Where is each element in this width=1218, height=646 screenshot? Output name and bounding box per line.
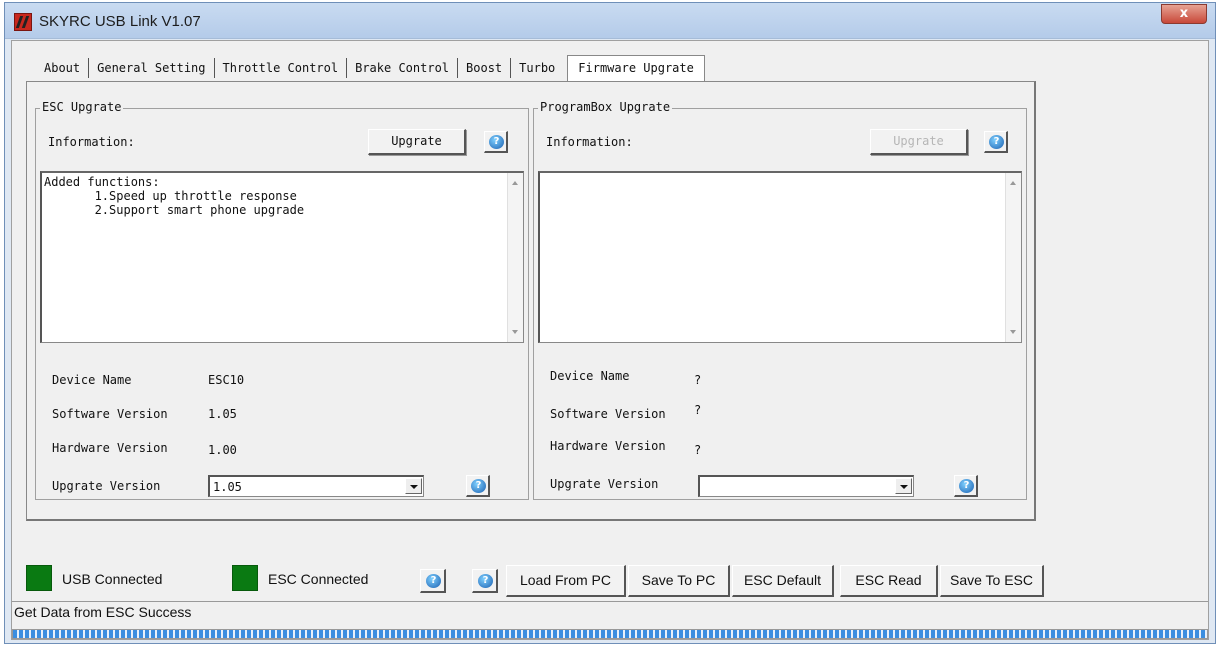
tab-turbo[interactable]: Turbo	[511, 58, 563, 78]
client-area: About General Setting Throttle Control B…	[11, 40, 1209, 640]
help-icon: ?	[426, 574, 441, 588]
esc-information-label: Information:	[48, 135, 135, 149]
usb-connected-label: USB Connected	[62, 571, 163, 587]
esc-software-version-label: Software Version	[52, 407, 168, 421]
programbox-device-name-value: ?	[694, 373, 702, 387]
programbox-hardware-version-label: Hardware Version	[550, 439, 666, 453]
esc-information-text: Added functions: 1.Speed up throttle res…	[44, 175, 305, 217]
help-icon: ?	[489, 135, 504, 149]
esc-upgrate-group: ESC Upgrate Information: Upgrate ? Added…	[35, 100, 529, 500]
help-icon: ?	[989, 135, 1004, 149]
tab-bar: About General Setting Throttle Control B…	[36, 55, 705, 81]
tab-general-setting[interactable]: General Setting	[89, 58, 215, 78]
esc-hardware-version-value: 1.00	[208, 443, 237, 457]
esc-version-help-button[interactable]: ?	[466, 475, 490, 497]
esc-information-textarea[interactable]: Added functions: 1.Speed up throttle res…	[40, 171, 524, 343]
esc-device-name-value: ESC10	[208, 373, 245, 387]
chevron-down-icon[interactable]	[895, 478, 912, 494]
usb-connected-indicator	[26, 565, 52, 591]
scroll-up-icon[interactable]	[1010, 181, 1016, 185]
programbox-information-textarea[interactable]	[538, 171, 1022, 343]
close-button[interactable]: x	[1161, 4, 1207, 24]
programbox-software-version-value: ?	[694, 403, 702, 417]
programbox-upgrate-title: ProgramBox Upgrate	[538, 100, 673, 114]
tab-brake-control[interactable]: Brake Control	[347, 58, 459, 78]
programbox-hardware-version-value: ?	[694, 443, 702, 457]
chevron-down-icon[interactable]	[405, 478, 422, 494]
programbox-info-help-button[interactable]: ?	[984, 131, 1008, 153]
esc-upgrate-title: ESC Upgrate	[40, 100, 124, 114]
esc-upgrate-button[interactable]: Upgrate	[368, 129, 466, 155]
programbox-software-version-label: Software Version	[550, 407, 666, 421]
tab-firmware-upgrate[interactable]: Firmware Upgrate	[567, 55, 705, 81]
help-icon: ?	[478, 574, 493, 588]
tab-about[interactable]: About	[36, 58, 90, 78]
save-to-esc-button[interactable]: Save To ESC	[940, 565, 1044, 597]
esc-hardware-version-label: Hardware Version	[52, 441, 168, 455]
window-title: SKYRC USB Link V1.07	[39, 13, 201, 30]
scroll-down-icon[interactable]	[1010, 330, 1016, 334]
tab-boost[interactable]: Boost	[458, 58, 512, 78]
programbox-information-label: Information:	[546, 135, 633, 149]
esc-info-help-button[interactable]: ?	[484, 131, 508, 153]
programbox-version-help-button[interactable]: ?	[954, 475, 978, 497]
esc-upgrate-version-value: 1.05	[213, 480, 242, 494]
progress-bar	[12, 629, 1208, 639]
bottom-help-button-1[interactable]: ?	[420, 569, 446, 593]
scroll-down-icon[interactable]	[512, 330, 518, 334]
esc-textarea-scrollbar[interactable]	[507, 173, 523, 342]
esc-upgrate-version-select[interactable]: 1.05	[208, 475, 424, 497]
app-window: SKYRC USB Link V1.07 x About General Set…	[4, 2, 1216, 644]
esc-software-version-value: 1.05	[208, 407, 237, 421]
save-to-pc-button[interactable]: Save To PC	[628, 565, 730, 597]
programbox-device-name-label: Device Name	[550, 369, 630, 383]
skyrc-logo-icon	[14, 13, 32, 31]
help-icon: ?	[959, 479, 974, 493]
esc-read-button[interactable]: ESC Read	[840, 565, 938, 597]
esc-upgrate-version-label: Upgrate Version	[52, 479, 161, 493]
help-icon: ?	[471, 479, 486, 493]
tab-throttle-control[interactable]: Throttle Control	[215, 58, 348, 78]
title-bar: SKYRC USB Link V1.07 x	[5, 3, 1215, 39]
scroll-up-icon[interactable]	[512, 181, 518, 185]
esc-connected-label: ESC Connected	[268, 571, 369, 587]
programbox-upgrate-group: ProgramBox Upgrate Information: Upgrate …	[533, 100, 1027, 500]
status-bar: Get Data from ESC Success	[12, 601, 1208, 623]
esc-device-name-label: Device Name	[52, 373, 132, 387]
programbox-upgrate-version-label: Upgrate Version	[550, 477, 659, 491]
status-text: Get Data from ESC Success	[14, 604, 192, 620]
esc-default-button[interactable]: ESC Default	[732, 565, 834, 597]
programbox-upgrate-version-select[interactable]	[698, 475, 914, 497]
esc-connected-indicator	[232, 565, 258, 591]
firmware-upgrate-page: ESC Upgrate Information: Upgrate ? Added…	[26, 81, 1036, 521]
bottom-help-button-2[interactable]: ?	[472, 569, 498, 593]
programbox-upgrate-button[interactable]: Upgrate	[870, 129, 968, 155]
load-from-pc-button[interactable]: Load From PC	[506, 565, 626, 597]
programbox-textarea-scrollbar[interactable]	[1005, 173, 1021, 342]
